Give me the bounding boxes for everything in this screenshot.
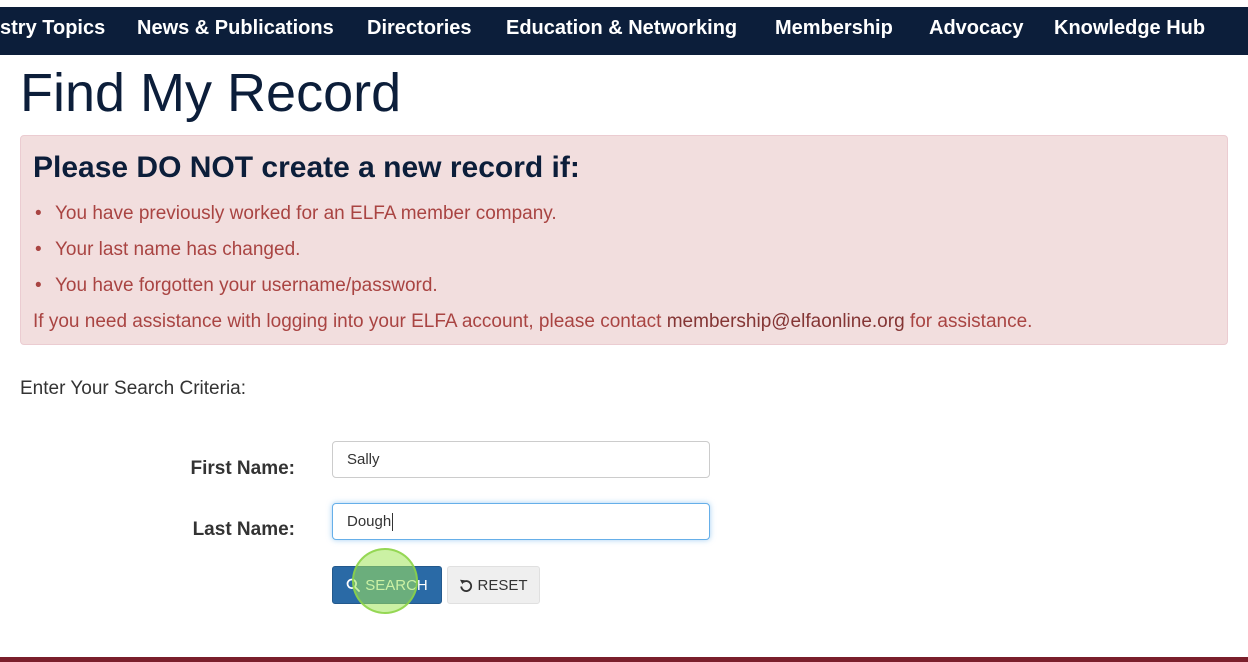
nav-item-industry-topics[interactable]: stry Topics: [0, 7, 105, 55]
first-name-value: Sally: [347, 451, 380, 468]
nav-item-education-networking[interactable]: Education & Networking: [506, 7, 737, 55]
list-item: • You have forgotten your username/passwo…: [35, 272, 557, 308]
undo-icon: [459, 578, 473, 592]
alert-footer: If you need assistance with logging into…: [33, 308, 1032, 336]
first-name-label: First Name:: [190, 458, 295, 479]
list-item-text: Your last name has changed.: [55, 239, 301, 260]
nav-item-knowledge-hub[interactable]: Knowledge Hub: [1054, 7, 1205, 55]
alert-list: • You have previously worked for an ELFA …: [35, 200, 557, 308]
list-item-text: You have previously worked for an ELFA m…: [55, 203, 557, 224]
search-button[interactable]: SEARCH: [332, 566, 442, 604]
nav-item-news-publications[interactable]: News & Publications: [137, 7, 334, 55]
list-item: • Your last name has changed.: [35, 236, 557, 272]
membership-email-link[interactable]: membership@elfaonline.org: [667, 311, 905, 332]
alert-footer-prefix: If you need assistance with logging into…: [33, 311, 667, 332]
main-navbar: stry Topics News & Publications Director…: [0, 7, 1248, 55]
first-name-input[interactable]: Sally: [332, 441, 710, 478]
page-title: Find My Record: [20, 63, 402, 123]
warning-alert: Please DO NOT create a new record if: • Y…: [20, 135, 1228, 345]
last-name-label: Last Name:: [192, 519, 295, 540]
bullet-icon: •: [35, 203, 42, 224]
nav-item-directories[interactable]: Directories: [367, 7, 472, 55]
search-button-label: SEARCH: [365, 576, 428, 594]
footer-bar: [0, 657, 1248, 662]
nav-item-membership[interactable]: Membership: [775, 7, 893, 55]
top-gap: [0, 0, 1248, 7]
last-name-value: Dough: [347, 513, 392, 530]
bullet-icon: •: [35, 239, 42, 260]
alert-footer-suffix: for assistance.: [904, 311, 1033, 332]
search-criteria-label: Enter Your Search Criteria:: [20, 378, 247, 399]
list-item: • You have previously worked for an ELFA …: [35, 200, 557, 236]
reset-button[interactable]: RESET: [447, 566, 540, 604]
list-item-text: You have forgotten your username/passwor…: [55, 275, 438, 296]
reset-button-label: RESET: [477, 576, 528, 594]
bullet-icon: •: [35, 275, 42, 296]
nav-item-advocacy[interactable]: Advocacy: [929, 7, 1024, 55]
alert-heading: Please DO NOT create a new record if:: [33, 151, 580, 184]
text-caret: [392, 513, 394, 532]
search-icon: [346, 578, 361, 592]
last-name-input[interactable]: Dough: [332, 503, 710, 540]
